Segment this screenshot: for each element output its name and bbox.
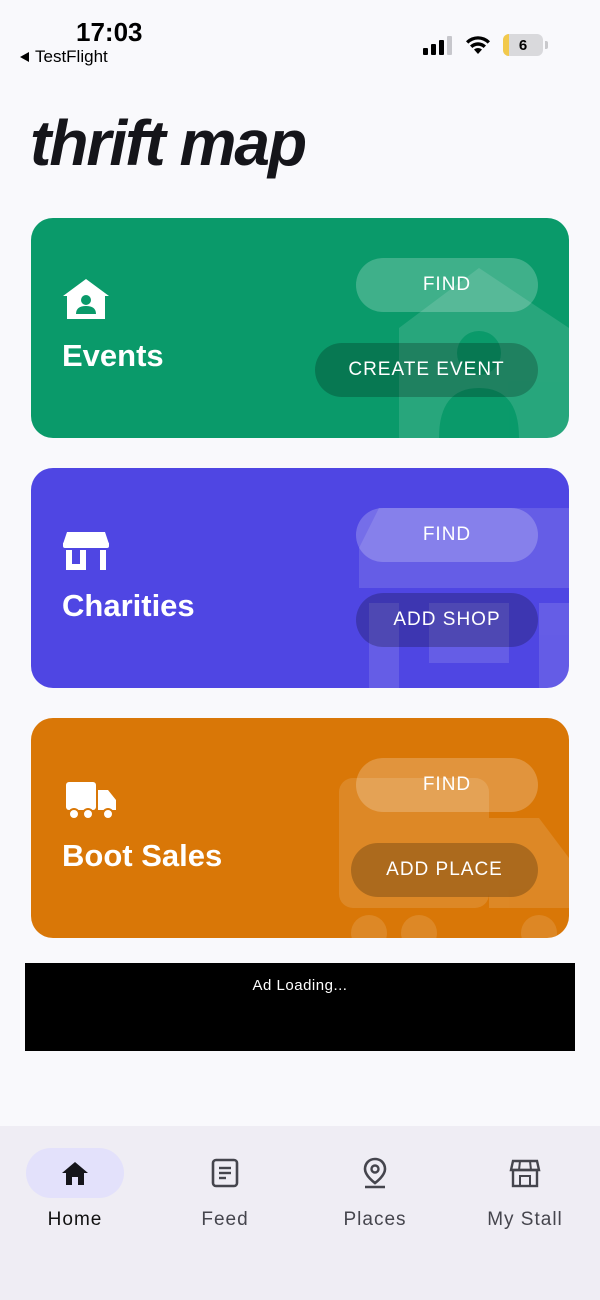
charities-find-button[interactable]: FIND — [356, 508, 538, 562]
back-arrow-icon — [20, 52, 29, 62]
create-event-button[interactable]: CREATE EVENT — [315, 343, 538, 397]
nav-item-feed[interactable]: Feed — [150, 1148, 300, 1258]
charities-label: Charities — [62, 588, 195, 623]
nav-item-my-stall[interactable]: My Stall — [450, 1148, 600, 1258]
home-icon — [62, 1162, 88, 1185]
nav-my-stall-label: My Stall — [487, 1209, 563, 1230]
nav-my-stall-pill — [476, 1148, 574, 1198]
nav-item-places[interactable]: Places — [300, 1148, 450, 1258]
nav-places-pill — [326, 1148, 424, 1198]
cellular-signal-icon — [423, 36, 452, 55]
ad-banner[interactable]: Ad Loading... — [25, 963, 575, 1051]
status-bar: 17:03 TestFlight 6 — [0, 0, 600, 70]
nav-places-label: Places — [343, 1209, 407, 1230]
events-label: Events — [62, 338, 164, 373]
add-place-button[interactable]: ADD PLACE — [351, 843, 538, 897]
wifi-icon — [466, 36, 490, 54]
storefront-icon — [63, 532, 109, 570]
ad-loading-text: Ad Loading... — [252, 977, 348, 994]
status-indicators: 6 — [423, 34, 548, 56]
nav-item-home[interactable]: Home — [0, 1148, 150, 1258]
truck-icon — [66, 782, 116, 820]
location-pin-icon — [363, 1157, 387, 1189]
events-card: Events FIND CREATE EVENT — [31, 218, 569, 438]
charities-card: Charities FIND ADD SHOP — [31, 468, 569, 688]
house-person-icon — [63, 279, 109, 319]
boot-sales-card: Boot Sales FIND ADD PLACE — [31, 718, 569, 938]
nav-feed-label: Feed — [201, 1209, 249, 1230]
boot-sales-find-button[interactable]: FIND — [356, 758, 538, 812]
stall-icon — [509, 1159, 541, 1188]
nav-home-label: Home — [47, 1209, 103, 1230]
feed-icon — [211, 1158, 239, 1188]
back-app-label: TestFlight — [35, 47, 108, 66]
app-title: thrift map — [30, 107, 307, 179]
nav-feed-pill — [176, 1148, 274, 1198]
battery-level: 6 — [518, 36, 528, 54]
status-time: 17:03 — [76, 17, 143, 47]
nav-home-pill — [26, 1148, 124, 1198]
bottom-navigation: Home Feed Places My Stall — [0, 1126, 600, 1300]
events-find-button[interactable]: FIND — [356, 258, 538, 312]
add-shop-button[interactable]: ADD SHOP — [356, 593, 538, 647]
back-to-app-link[interactable]: TestFlight — [20, 47, 108, 67]
boot-sales-label: Boot Sales — [62, 838, 223, 873]
battery-indicator: 6 — [503, 34, 543, 56]
